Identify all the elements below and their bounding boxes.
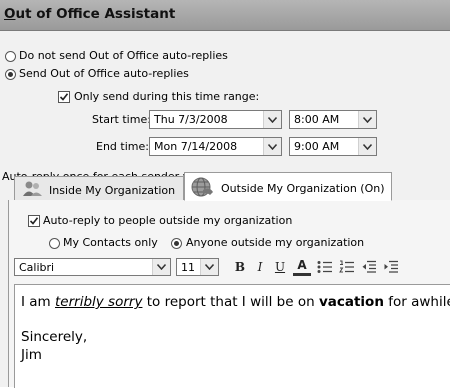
font-size-dropdown-button[interactable] — [200, 259, 218, 275]
window-title: Out of Office Assistant — [4, 6, 176, 22]
do-not-send-label: Do not send Out of Office auto-replies — [19, 49, 228, 62]
underline-button[interactable]: U — [272, 258, 288, 276]
message-bold: vacation — [318, 294, 384, 310]
auto-reply-outside-checkbox[interactable] — [28, 215, 40, 227]
chevron-down-icon — [157, 264, 166, 270]
window-title-bar: Out of Office Assistant — [0, 0, 450, 31]
message-closing: Sincerely, — [21, 329, 88, 345]
only-send-time-range-checkbox[interactable] — [58, 91, 70, 103]
start-time-label: Start time: — [92, 113, 151, 126]
start-time-dropdown-button[interactable] — [358, 111, 376, 128]
start-time-select[interactable]: 8:00 AM — [289, 110, 377, 129]
end-time-dropdown-button[interactable] — [358, 138, 376, 155]
tab-outside-label: Outside My Organization (On) — [221, 182, 385, 195]
chevron-down-icon — [268, 144, 277, 150]
font-size-select[interactable]: 11 — [176, 258, 219, 276]
italic-button[interactable]: I — [252, 258, 268, 276]
send-auto-replies-label: Send Out of Office auto-replies — [19, 67, 189, 80]
chevron-down-icon — [205, 264, 214, 270]
start-date-select[interactable]: Thu 7/3/2008 — [149, 110, 282, 129]
people-icon — [23, 181, 42, 196]
numbering-icon[interactable] — [339, 260, 355, 274]
decrease-indent-icon[interactable] — [361, 260, 377, 274]
my-contacts-only-label: My Contacts only — [63, 236, 158, 249]
end-date-select[interactable]: Mon 7/14/2008 — [149, 137, 282, 156]
font-name-dropdown-button[interactable] — [152, 259, 170, 275]
message-emphasis: terribly sorry — [55, 294, 143, 310]
send-auto-replies-radio[interactable] — [5, 69, 16, 80]
anyone-outside-label: Anyone outside my organization — [186, 236, 365, 249]
start-date-dropdown-button[interactable] — [263, 111, 281, 128]
increase-indent-icon[interactable] — [383, 260, 399, 274]
font-color-button[interactable]: A — [293, 258, 311, 276]
checkmark-icon — [29, 217, 39, 225]
checkmark-icon — [59, 93, 69, 101]
bold-button[interactable]: B — [232, 258, 248, 276]
globe-icon — [191, 177, 213, 197]
chevron-down-icon — [363, 117, 372, 123]
message-editor[interactable]: I am terribly sorry to report that I wil… — [14, 284, 450, 388]
do-not-send-radio[interactable] — [5, 51, 16, 62]
message-line-1: I am terribly sorry to report that I wil… — [21, 294, 450, 310]
tab-outside-my-organization[interactable]: Outside My Organization (On) — [184, 172, 392, 201]
bullets-icon[interactable] — [317, 260, 333, 274]
anyone-outside-radio[interactable] — [171, 238, 182, 249]
end-time-label: End time: — [96, 140, 149, 153]
only-send-time-range-label: Only send during this time range: — [74, 90, 260, 103]
chevron-down-icon — [363, 144, 372, 150]
tab-inside-my-organization[interactable]: Inside My Organization — [14, 176, 184, 201]
my-contacts-only-radio[interactable] — [49, 238, 60, 249]
chevron-down-icon — [268, 117, 277, 123]
font-name-select[interactable]: Calibri — [14, 258, 171, 276]
tab-inside-label: Inside My Organization — [49, 184, 176, 197]
end-time-select[interactable]: 9:00 AM — [289, 137, 377, 156]
message-signature: Jim — [21, 347, 42, 363]
auto-reply-outside-label: Auto-reply to people outside my organiza… — [43, 214, 293, 227]
end-date-dropdown-button[interactable] — [263, 138, 281, 155]
